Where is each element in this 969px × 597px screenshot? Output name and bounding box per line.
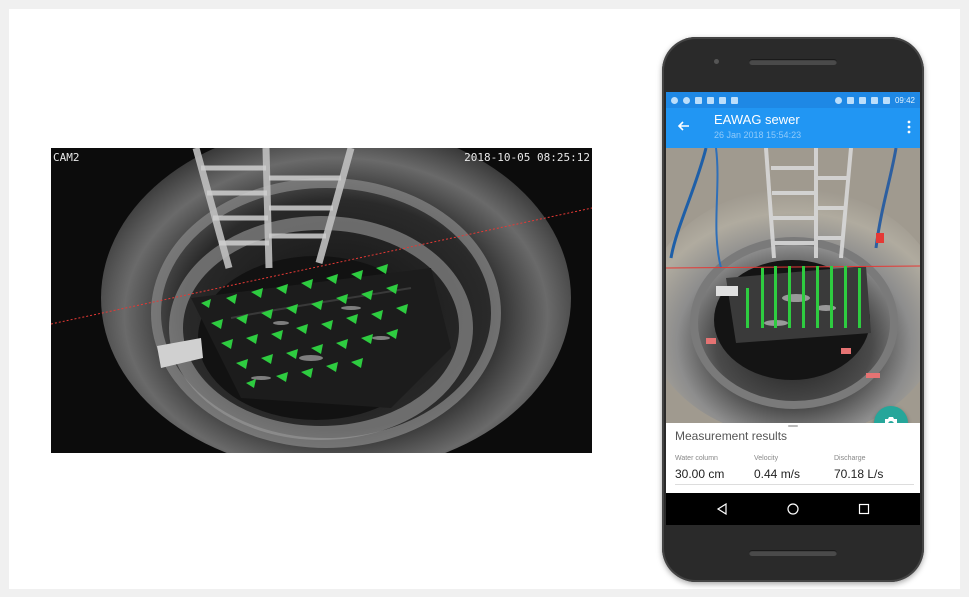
panel-drag-handle[interactable] — [788, 425, 798, 427]
metric-value: 70.18 L/s — [834, 467, 914, 485]
moon-icon — [683, 96, 690, 104]
nav-recent-button[interactable] — [856, 501, 872, 517]
metric-velocity: Velocity 0.44 m/s — [754, 455, 834, 485]
front-camera — [714, 59, 719, 64]
more-vert-icon[interactable] — [906, 119, 912, 135]
metric-discharge: Discharge 70.18 L/s — [834, 455, 914, 485]
bluetooth-icon — [834, 96, 842, 104]
camera-timestamp: 2018-10-05 08:25:12 — [464, 151, 590, 164]
metric-label: Velocity — [754, 455, 779, 462]
download-icon — [719, 96, 726, 104]
metric-label: Water column — [675, 455, 718, 462]
status-bar: 09:42 — [666, 92, 920, 108]
status-bar-notifications — [671, 96, 738, 104]
nav-back-icon — [716, 503, 727, 515]
key-icon — [846, 96, 854, 104]
system-nav-bar — [666, 493, 920, 525]
camera-label: CAM2 — [53, 151, 80, 164]
phone-screen: 09:42 EAWAG sewer 26 Jan 2018 15:54:23 M… — [666, 92, 920, 525]
nav-home-icon — [787, 503, 799, 515]
status-bar-system: 09:42 — [834, 95, 915, 105]
nav-home-button[interactable] — [785, 501, 801, 517]
play-store-icon — [731, 96, 738, 104]
cctv-camera-frame: CAM2 2018-10-05 08:25:12 — [51, 148, 592, 453]
nav-back-button[interactable] — [714, 501, 730, 517]
signal-icon — [870, 96, 878, 104]
phone-device: 09:42 EAWAG sewer 26 Jan 2018 15:54:23 M… — [662, 37, 924, 582]
back-arrow-icon[interactable] — [676, 118, 692, 134]
metric-value: 30.00 cm — [675, 467, 755, 485]
status-time: 09:42 — [894, 95, 915, 105]
bottom-speaker — [749, 550, 837, 556]
mail-icon — [707, 96, 714, 104]
manhole-photo-image — [666, 148, 920, 423]
app-title: EAWAG sewer — [714, 112, 800, 127]
measurement-photo — [666, 148, 920, 423]
results-panel: Measurement results Water column 30.00 c… — [666, 423, 920, 493]
app-subtitle: 26 Jan 2018 15:54:23 — [714, 130, 802, 140]
app-bar: EAWAG sewer 26 Jan 2018 15:54:23 — [666, 108, 920, 148]
nav-recent-icon — [859, 503, 870, 515]
wifi-icon — [858, 96, 866, 104]
results-title: Measurement results — [675, 429, 788, 443]
top-speaker — [749, 59, 837, 65]
manhole-scene-image — [51, 148, 592, 453]
metric-water-column: Water column 30.00 cm — [675, 455, 755, 485]
metric-label: Discharge — [834, 455, 866, 462]
image-icon — [695, 96, 702, 104]
notification-icon — [671, 96, 678, 104]
metric-value: 0.44 m/s — [754, 467, 834, 485]
battery-icon — [882, 96, 890, 104]
